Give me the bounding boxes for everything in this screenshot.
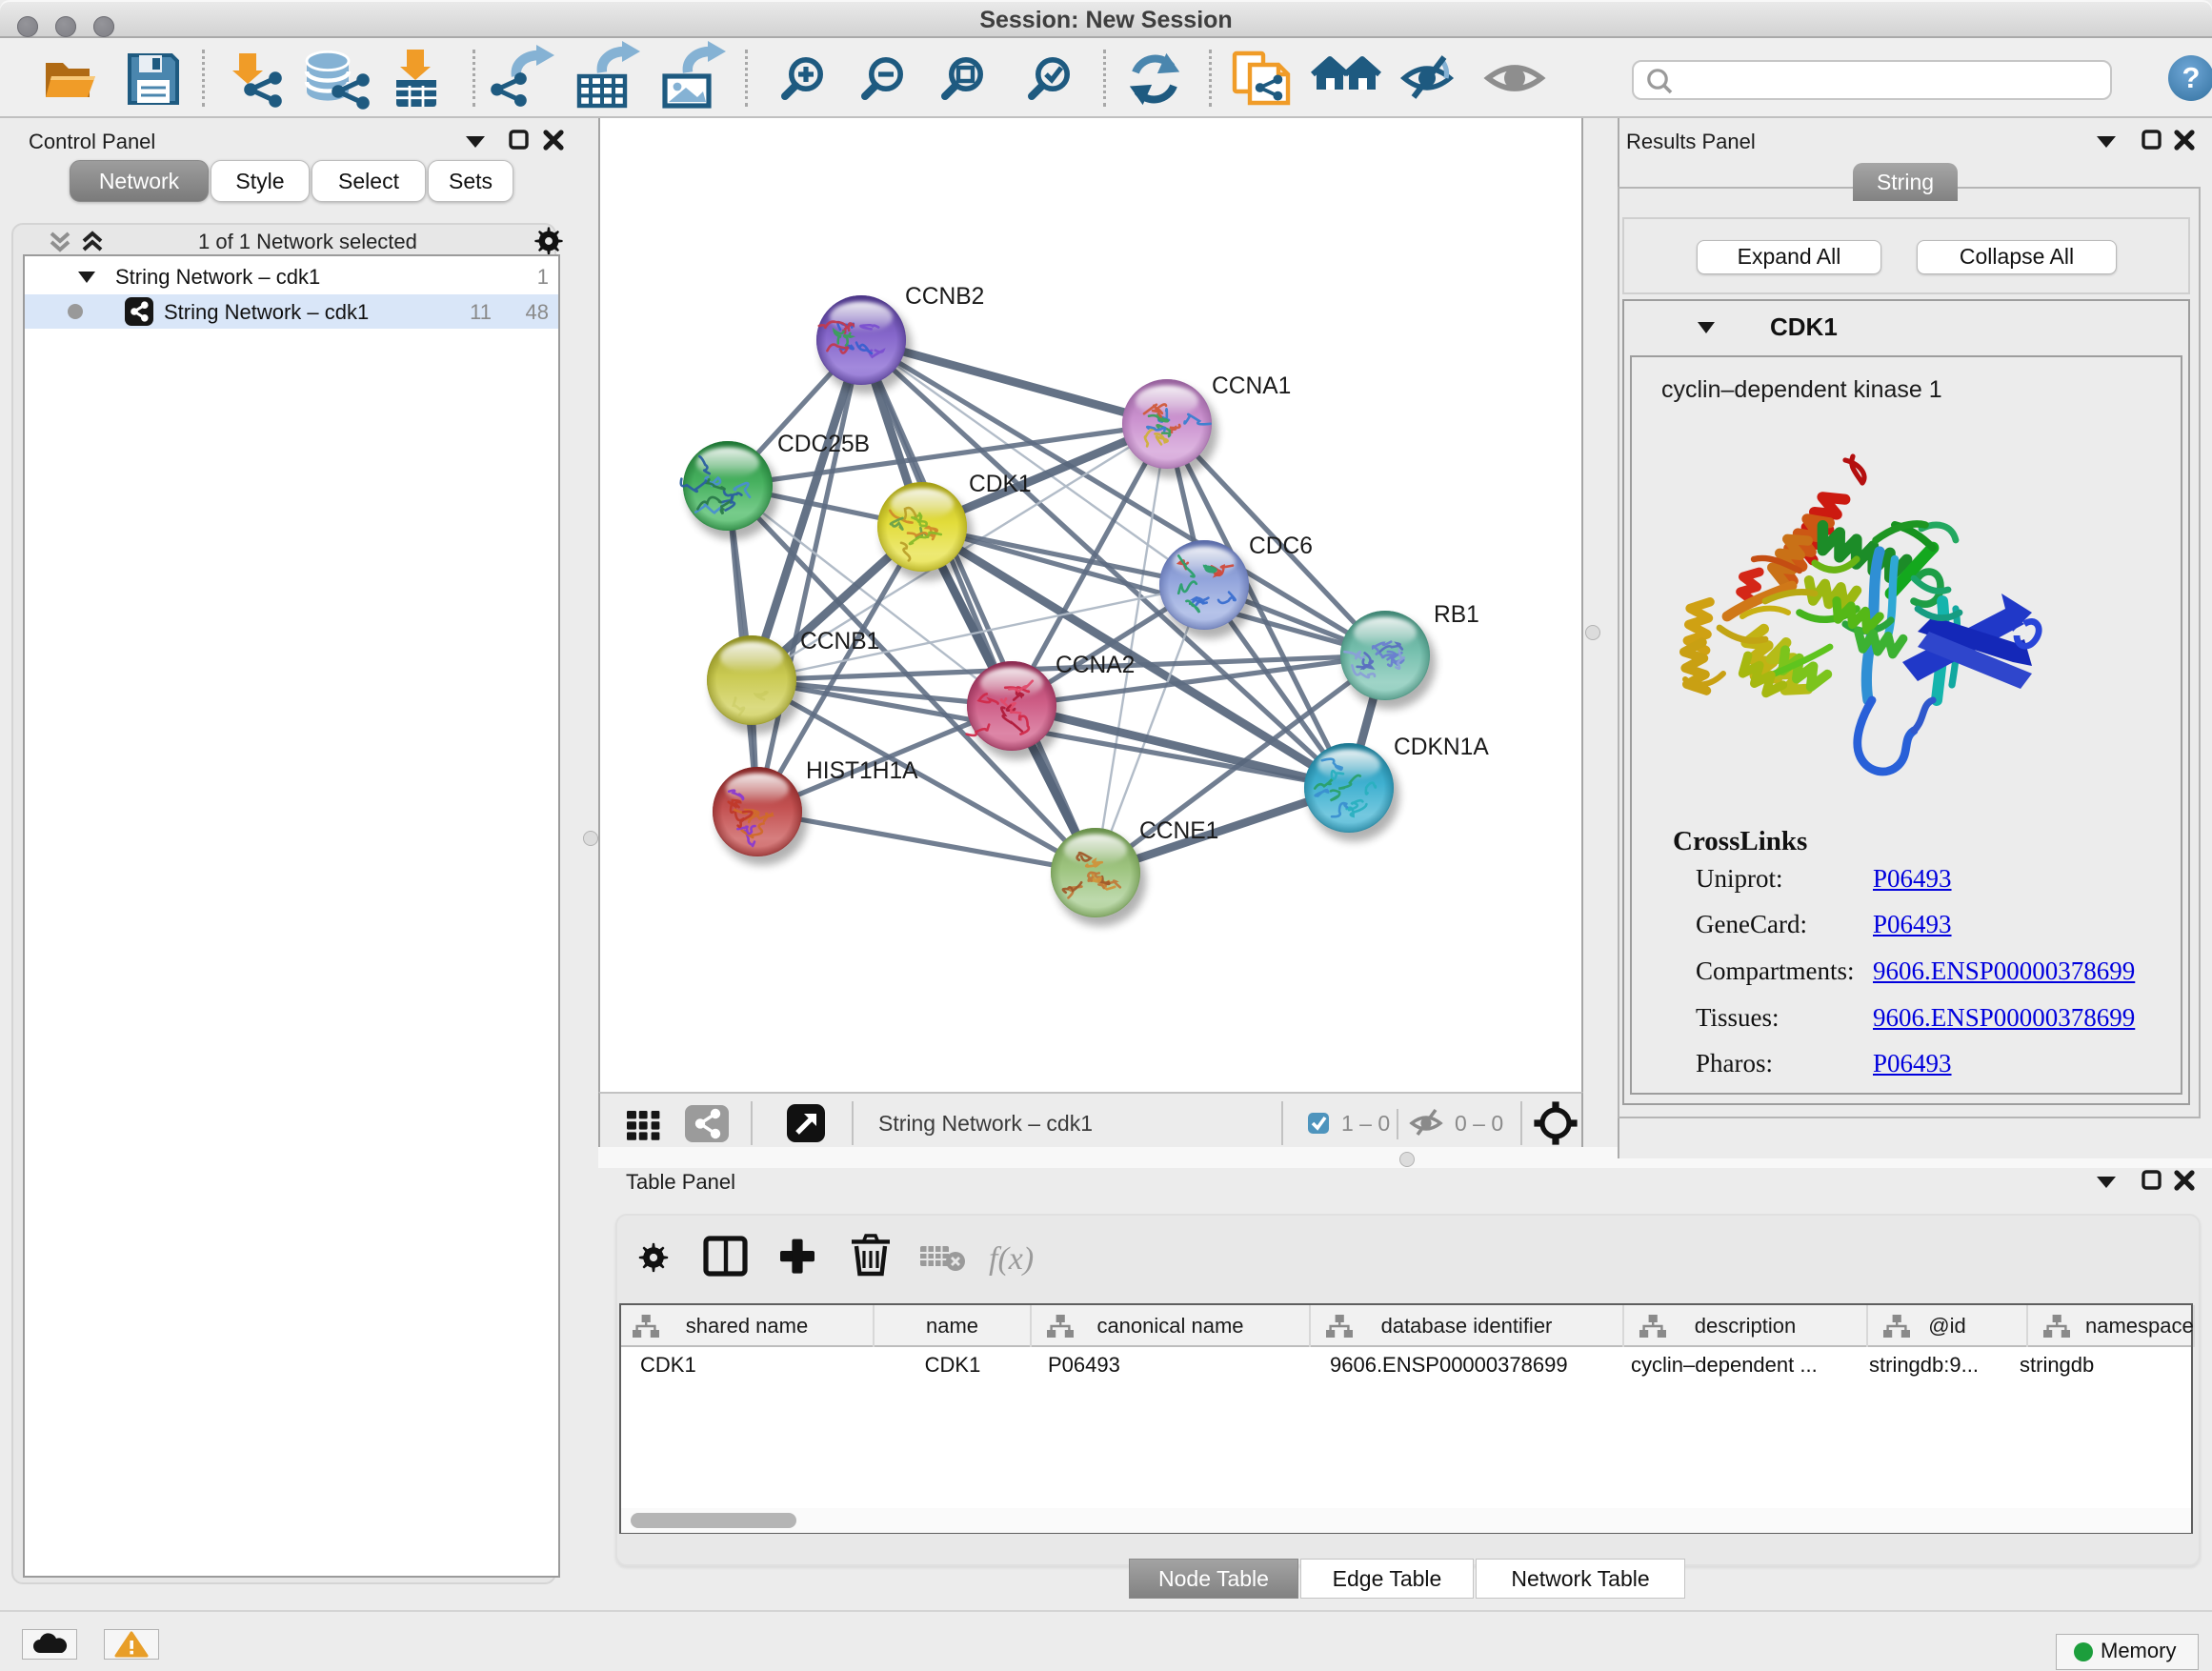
svg-text:CCNE1: CCNE1 xyxy=(1139,818,1218,844)
svg-text:f(x): f(x) xyxy=(989,1241,1034,1277)
svg-text:CDK1: CDK1 xyxy=(969,472,1032,497)
svg-text:CDKN1A: CDKN1A xyxy=(1394,735,1489,760)
svg-text:RB1: RB1 xyxy=(1434,602,1479,628)
svg-text:CCNA2: CCNA2 xyxy=(1056,653,1135,678)
svg-text:CDC25B: CDC25B xyxy=(777,432,870,457)
svg-text:0 – 0: 0 – 0 xyxy=(1455,1111,1503,1136)
svg-text:1 – 0: 1 – 0 xyxy=(1341,1111,1390,1136)
svg-text:CCNA1: CCNA1 xyxy=(1212,373,1291,399)
svg-text:CCNB2: CCNB2 xyxy=(905,284,984,310)
svg-text:String Network – cdk1: String Network – cdk1 xyxy=(878,1111,1093,1136)
svg-text:HIST1H1A: HIST1H1A xyxy=(806,758,918,784)
svg-text:CCNB1: CCNB1 xyxy=(800,629,879,654)
svg-text:CDC6: CDC6 xyxy=(1249,534,1313,559)
